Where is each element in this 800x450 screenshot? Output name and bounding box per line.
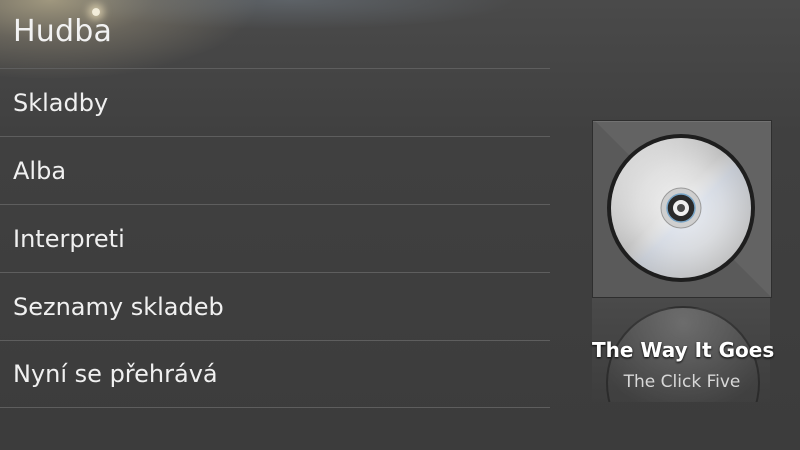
cd-disc-icon (607, 134, 755, 282)
menu-item-now-playing[interactable]: Nyní se přehrává (0, 340, 550, 408)
music-app-screen: Hudba Skladby Alba Interpreti Seznamy sk… (0, 0, 800, 450)
album-art[interactable] (592, 120, 772, 298)
menu-item-artists[interactable]: Interpreti (0, 204, 550, 272)
song-title: The Way It Goes (592, 338, 775, 362)
background-glow-secondary (60, 0, 520, 30)
music-menu: Skladby Alba Interpreti Seznamy skladeb … (0, 68, 550, 408)
menu-item-playlists[interactable]: Seznamy skladeb (0, 272, 550, 340)
menu-item-albums[interactable]: Alba (0, 136, 550, 204)
menu-item-songs[interactable]: Skladby (0, 68, 550, 136)
page-title: Hudba (13, 14, 113, 49)
now-playing-widget[interactable]: The Way It Goes The Click Five (592, 120, 775, 402)
artist-name: The Click Five (623, 372, 741, 392)
